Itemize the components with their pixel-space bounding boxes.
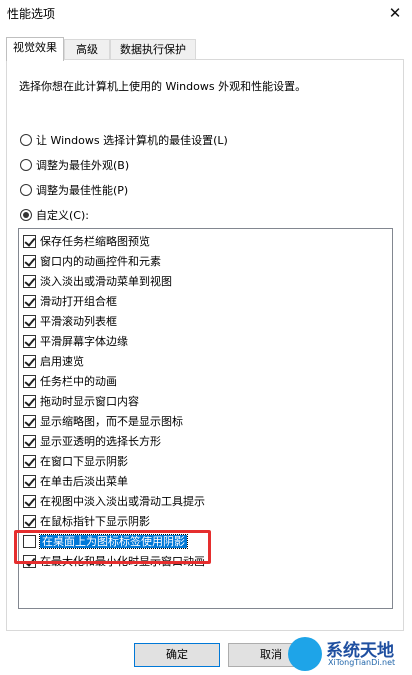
effect-label: 在视图中淡入淡出或滑动工具提示 (40, 495, 205, 508)
effect-label: 淡入淡出或滑动菜单到视图 (40, 275, 172, 288)
effect-label: 任务栏中的动画 (40, 375, 117, 388)
effect-label: 显示缩略图，而不是显示图标 (40, 415, 183, 428)
tab-dep[interactable]: 数据执行保护 (110, 39, 196, 60)
radio-button[interactable] (20, 134, 32, 146)
effect-item[interactable]: 启用速览 (23, 353, 84, 372)
description-text: 选择你想在此计算机上使用的 Windows 外观和性能设置。 (19, 80, 307, 93)
checkbox[interactable] (23, 434, 36, 448)
checkbox[interactable] (23, 414, 36, 428)
tab-strip: 视觉效果 高级 数据执行保护 (0, 37, 412, 61)
effect-label: 滑动打开组合框 (40, 295, 117, 308)
checkbox[interactable] (23, 274, 36, 288)
effect-item[interactable]: 淡入淡出或滑动菜单到视图 (23, 273, 172, 292)
radio-label: 调整为最佳外观(B) (36, 159, 130, 172)
radio-button[interactable] (20, 209, 32, 221)
effect-label: 窗口内的动画控件和元素 (40, 255, 161, 268)
highlight-box (14, 530, 211, 564)
effect-label: 在鼠标指针下显示阴影 (40, 515, 150, 528)
effect-item[interactable]: 保存任务栏缩略图预览 (23, 233, 150, 252)
window-title: 性能选项 (7, 7, 56, 21)
checkbox[interactable] (23, 474, 36, 488)
radio-label: 让 Windows 选择计算机的最佳设置(L) (36, 134, 228, 147)
radio-best-performance[interactable]: 调整为最佳性能(P) (20, 183, 128, 199)
radio-custom[interactable]: 自定义(C): (20, 208, 89, 224)
effect-item[interactable]: 平滑滚动列表框 (23, 313, 117, 332)
effect-item[interactable]: 显示亚透明的选择长方形 (23, 433, 161, 452)
checkbox[interactable] (23, 454, 36, 468)
checkbox[interactable] (23, 234, 36, 248)
effect-label: 在窗口下显示阴影 (40, 455, 128, 468)
checkbox[interactable] (23, 374, 36, 388)
effect-label: 在单击后淡出菜单 (40, 475, 128, 488)
logo-globe-icon (288, 637, 322, 671)
radio-button[interactable] (20, 159, 32, 171)
ok-button[interactable]: 确定 (134, 643, 220, 667)
checkbox[interactable] (23, 354, 36, 368)
effect-item[interactable]: 在窗口下显示阴影 (23, 453, 128, 472)
watermark-logo: 系统天地 XiTongTianDi.net (288, 636, 410, 672)
effect-item[interactable]: 显示缩略图，而不是显示图标 (23, 413, 183, 432)
radio-label: 调整为最佳性能(P) (36, 184, 129, 197)
checkbox[interactable] (23, 394, 36, 408)
radio-best-appearance[interactable]: 调整为最佳外观(B) (20, 158, 129, 174)
effect-label: 平滑滚动列表框 (40, 315, 117, 328)
checkbox[interactable] (23, 254, 36, 268)
checkbox[interactable] (23, 494, 36, 508)
effect-label: 拖动时显示窗口内容 (40, 395, 139, 408)
title-bar: 性能选项 ✕ (0, 0, 412, 28)
effect-item[interactable]: 在视图中淡入淡出或滑动工具提示 (23, 493, 205, 512)
effect-label: 平滑屏幕字体边缘 (40, 335, 128, 348)
effect-label: 启用速览 (40, 355, 84, 368)
effect-item[interactable]: 任务栏中的动画 (23, 373, 117, 392)
checkbox[interactable] (23, 314, 36, 328)
tab-advanced[interactable]: 高级 (64, 39, 110, 60)
radio-let-windows-choose[interactable]: 让 Windows 选择计算机的最佳设置(L) (20, 133, 228, 149)
effect-item[interactable]: 滑动打开组合框 (23, 293, 117, 312)
checkbox[interactable] (23, 514, 36, 528)
effect-item[interactable]: 在单击后淡出菜单 (23, 473, 128, 492)
effect-label: 显示亚透明的选择长方形 (40, 435, 161, 448)
checkbox[interactable] (23, 334, 36, 348)
close-icon[interactable]: ✕ (384, 2, 406, 24)
checkbox[interactable] (23, 294, 36, 308)
effect-item[interactable]: 拖动时显示窗口内容 (23, 393, 139, 412)
tab-visual-effects[interactable]: 视觉效果 (6, 37, 64, 61)
radio-label: 自定义(C): (36, 209, 89, 222)
effect-item[interactable]: 窗口内的动画控件和元素 (23, 253, 161, 272)
radio-button[interactable] (20, 184, 32, 196)
effect-label: 保存任务栏缩略图预览 (40, 235, 150, 248)
logo-sub-text: XiTongTianDi.net (328, 658, 396, 667)
effect-item[interactable]: 平滑屏幕字体边缘 (23, 333, 128, 352)
